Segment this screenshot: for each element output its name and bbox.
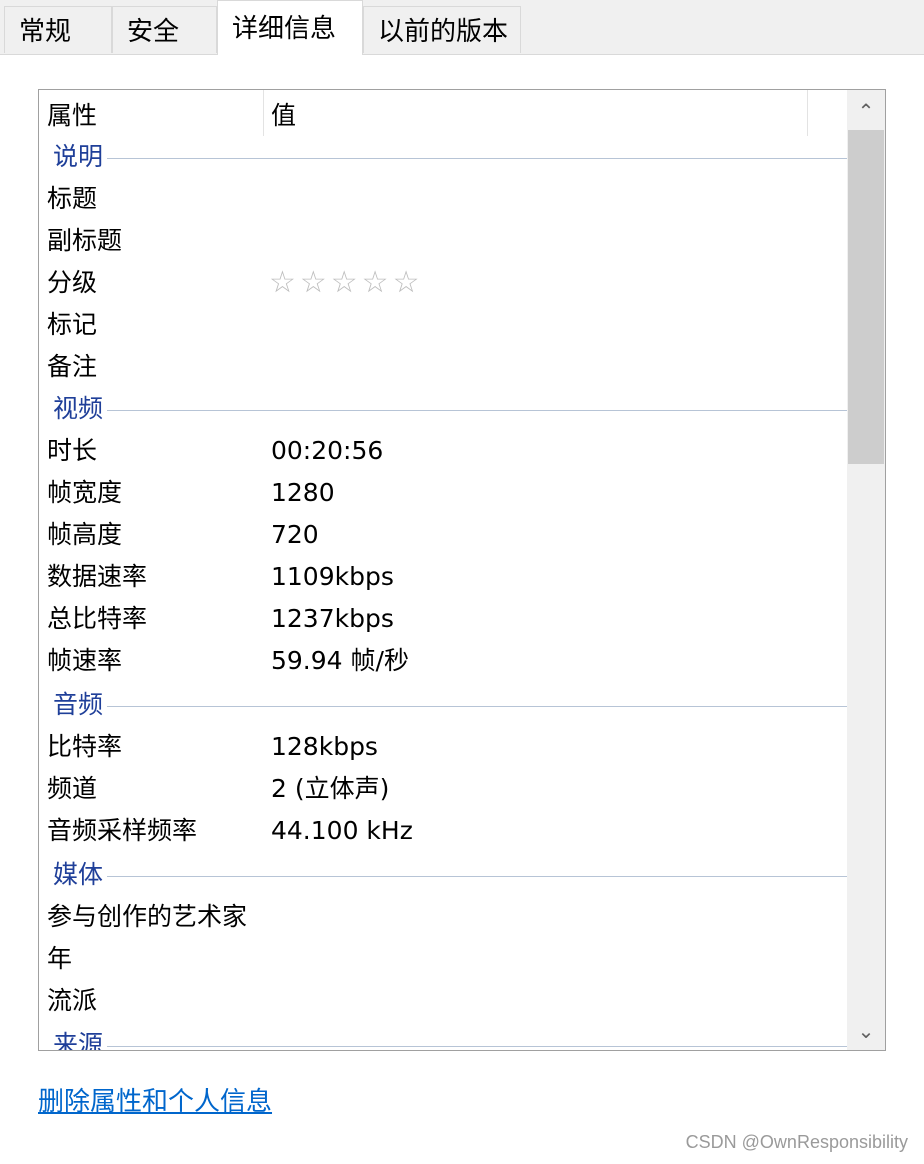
- column-header-value[interactable]: 值: [263, 90, 807, 136]
- property-row-title[interactable]: 标题: [39, 178, 847, 220]
- property-row-sample-rate[interactable]: 音频采样频率 44.100 kHz: [39, 810, 847, 852]
- property-value: 00:20:56: [271, 436, 384, 465]
- property-name: 标记: [47, 310, 98, 339]
- tab-previous-versions[interactable]: 以前的版本: [363, 6, 521, 53]
- property-value: 1280: [271, 478, 335, 507]
- property-row-year[interactable]: 年: [39, 938, 847, 980]
- group-label: 视频: [53, 388, 108, 430]
- group-divider: [53, 1046, 857, 1047]
- property-name: 比特率: [47, 732, 123, 761]
- property-row-rating[interactable]: 分级 ☆☆☆☆☆: [39, 262, 847, 304]
- scrollbar-thumb[interactable]: [848, 130, 884, 464]
- property-name: 数据速率: [47, 562, 148, 591]
- property-row-data-rate[interactable]: 数据速率 1109kbps: [39, 556, 847, 598]
- property-name: 帧宽度: [47, 478, 123, 507]
- group-divider: [53, 706, 857, 707]
- property-name: 参与创作的艺术家: [47, 902, 248, 931]
- property-row-frame-rate[interactable]: 帧速率 59.94 帧/秒: [39, 640, 847, 682]
- properties-list[interactable]: 属性 值 说明 标题 副标题 分级 ☆☆☆☆☆ 标记 备注 视频 时长 00:2…: [38, 89, 886, 1051]
- tab-strip: 常规 安全 详细信息 以前的版本: [0, 0, 924, 55]
- property-value: 59.94 帧/秒: [271, 646, 409, 675]
- group-header-description[interactable]: 说明: [39, 136, 857, 178]
- group-label: 媒体: [53, 854, 108, 896]
- property-row-frame-height[interactable]: 帧高度 720: [39, 514, 847, 556]
- property-name: 年: [47, 944, 73, 973]
- property-name: 帧高度: [47, 520, 123, 549]
- property-row-genre[interactable]: 流派: [39, 980, 847, 1022]
- property-value: 720: [271, 520, 319, 549]
- group-header-audio[interactable]: 音频: [39, 684, 857, 726]
- chevron-up-icon[interactable]: ⌃: [847, 92, 885, 130]
- group-label: 音频: [53, 684, 108, 726]
- property-row-contributing-artists[interactable]: 参与创作的艺术家: [39, 896, 847, 938]
- property-name: 分级: [47, 268, 98, 297]
- remove-properties-link[interactable]: 删除属性和个人信息: [38, 1081, 272, 1118]
- group-label: 说明: [53, 136, 108, 178]
- property-name: 流派: [47, 986, 98, 1015]
- tab-security[interactable]: 安全: [112, 6, 217, 53]
- property-row-frame-width[interactable]: 帧宽度 1280: [39, 472, 847, 514]
- column-divider[interactable]: [807, 90, 808, 136]
- chevron-down-icon[interactable]: ⌄: [847, 1012, 885, 1050]
- group-header-media[interactable]: 媒体: [39, 854, 857, 896]
- group-divider: [53, 158, 857, 159]
- property-name: 帧速率: [47, 646, 123, 675]
- group-divider: [53, 876, 857, 877]
- property-row-subtitle[interactable]: 副标题: [39, 220, 847, 262]
- property-name: 备注: [47, 352, 98, 381]
- property-value: 128kbps: [271, 732, 378, 761]
- property-name: 标题: [47, 184, 98, 213]
- column-header-property[interactable]: 属性: [39, 90, 263, 136]
- group-label: 来源: [53, 1024, 108, 1050]
- vertical-scrollbar[interactable]: ⌃ ⌄: [847, 90, 885, 1050]
- watermark: CSDN @OwnResponsibility: [685, 1132, 908, 1152]
- property-value: 1109kbps: [271, 562, 394, 591]
- property-name: 音频采样频率: [47, 816, 198, 845]
- property-name: 副标题: [47, 226, 123, 255]
- group-divider: [53, 410, 857, 411]
- tab-details[interactable]: 详细信息: [217, 0, 363, 55]
- property-row-audio-bitrate[interactable]: 比特率 128kbps: [39, 726, 847, 768]
- property-row-tags[interactable]: 标记: [39, 304, 847, 346]
- property-value: 44.100 kHz: [271, 816, 413, 845]
- group-header-video[interactable]: 视频: [39, 388, 857, 430]
- star-rating[interactable]: ☆☆☆☆☆: [269, 262, 423, 304]
- property-name: 时长: [47, 436, 98, 465]
- property-row-length[interactable]: 时长 00:20:56: [39, 430, 847, 472]
- property-name: 总比特率: [47, 604, 148, 633]
- property-row-channels[interactable]: 频道 2 (立体声): [39, 768, 847, 810]
- property-value: 2 (立体声): [271, 774, 390, 803]
- property-name: 频道: [47, 774, 98, 803]
- list-header: 属性 值: [39, 90, 847, 136]
- property-value: 1237kbps: [271, 604, 394, 633]
- property-row-comments[interactable]: 备注: [39, 346, 847, 388]
- group-header-origin[interactable]: 来源: [39, 1024, 857, 1050]
- property-row-total-bitrate[interactable]: 总比特率 1237kbps: [39, 598, 847, 640]
- tab-general[interactable]: 常规: [4, 6, 112, 53]
